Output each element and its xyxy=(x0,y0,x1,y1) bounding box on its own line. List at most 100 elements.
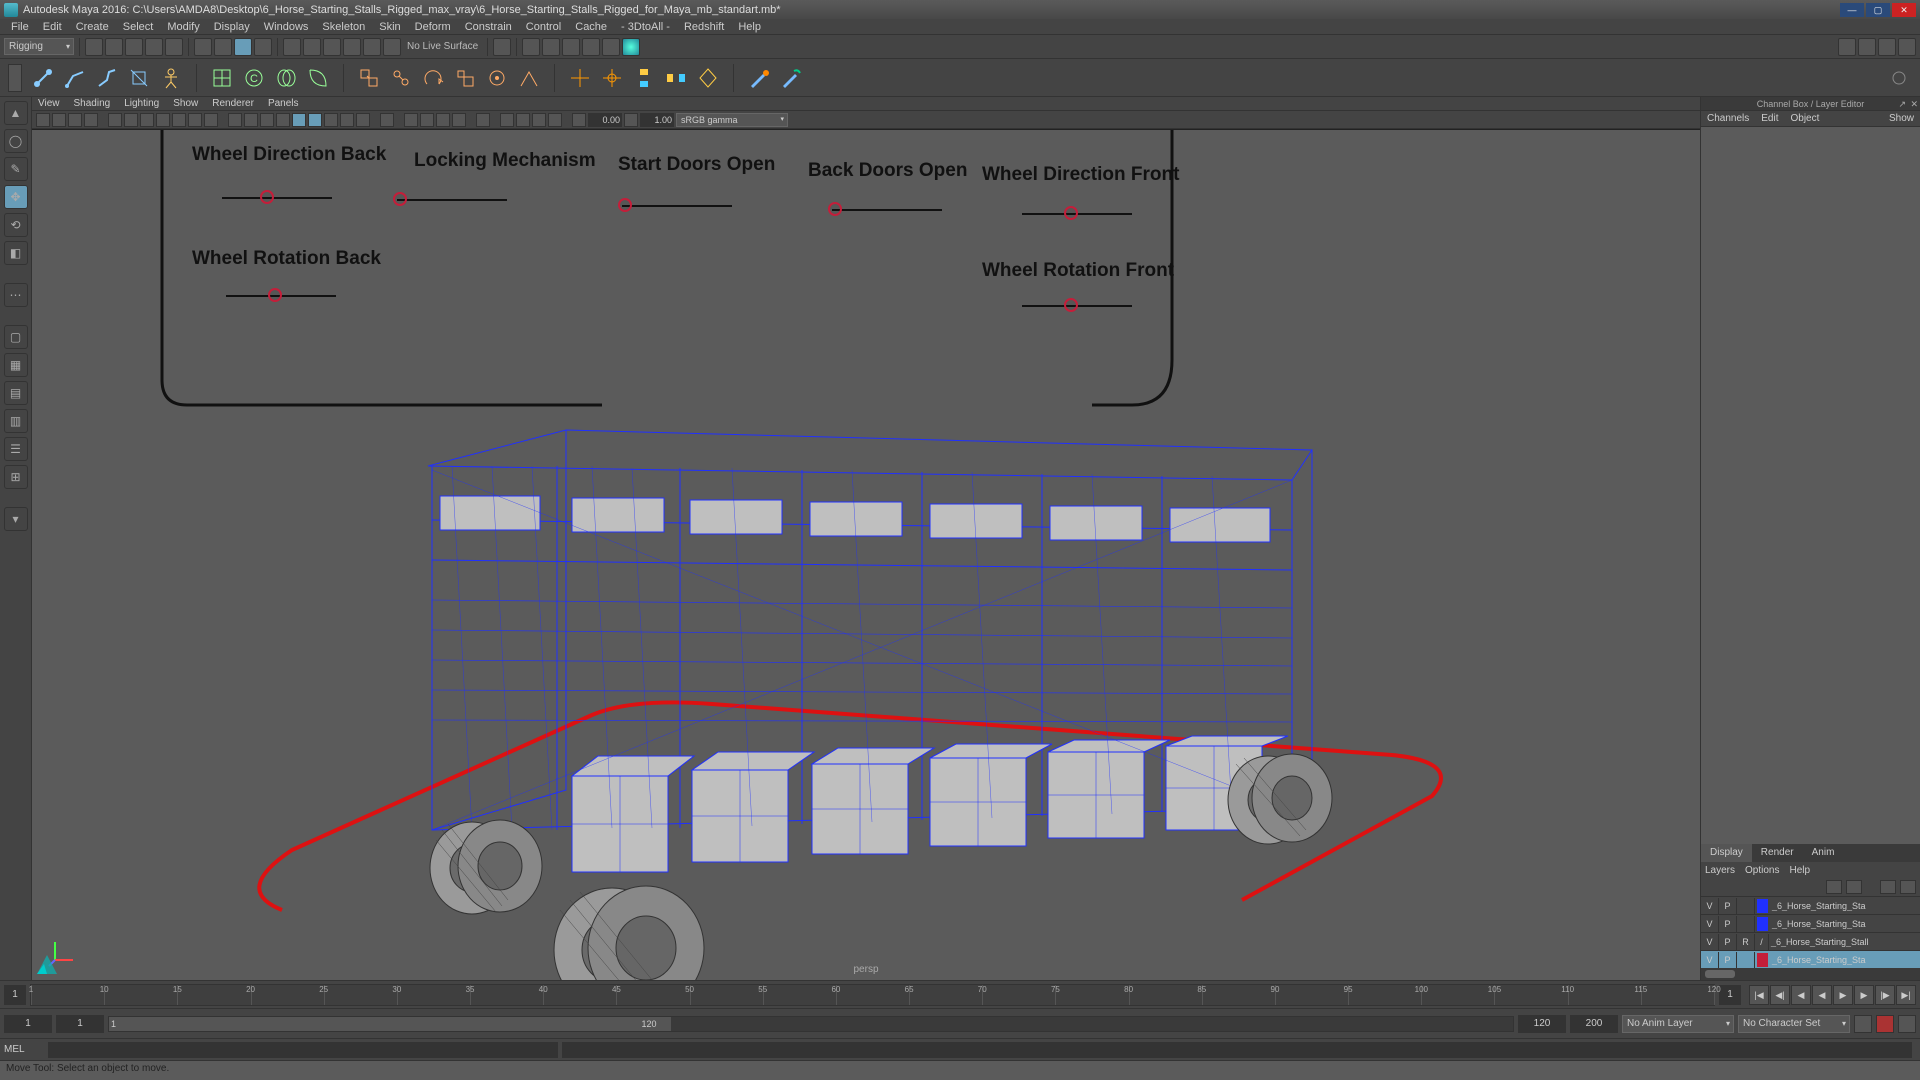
menu-edit[interactable]: Edit xyxy=(36,21,69,33)
vt-wire-on-shaded-icon[interactable] xyxy=(292,113,306,127)
window-close-button[interactable]: ✕ xyxy=(1892,3,1916,17)
paint-select-tool-icon[interactable]: ✎ xyxy=(4,157,28,181)
snap-grid-icon[interactable] xyxy=(283,38,301,56)
layers-scrollbar[interactable] xyxy=(1701,968,1920,980)
panel-layout-4-icon[interactable] xyxy=(1898,38,1916,56)
constrain-orient-icon[interactable] xyxy=(420,65,446,91)
mirror-weights-icon[interactable] xyxy=(695,65,721,91)
viewport[interactable]: Wheel Direction Back Locking Mechanism S… xyxy=(32,129,1700,980)
menu-skeleton[interactable]: Skeleton xyxy=(315,21,372,33)
vt-use-lights-icon[interactable] xyxy=(260,113,274,127)
shelf-options-icon[interactable] xyxy=(1886,65,1912,91)
vp-menu-lighting[interactable]: Lighting xyxy=(124,98,159,109)
vt-expose-reset-icon[interactable] xyxy=(548,113,562,127)
panel-undock-icon[interactable]: ↗ xyxy=(1898,97,1906,111)
vt-xray-joints-icon[interactable] xyxy=(356,113,370,127)
exposure-value[interactable]: 0.00 xyxy=(588,113,622,127)
layers-menu-options[interactable]: Options xyxy=(1745,865,1779,876)
go-to-end-button[interactable]: ▶| xyxy=(1896,985,1916,1005)
vt-hw-fog-icon[interactable] xyxy=(404,113,418,127)
layer-move-down-icon[interactable] xyxy=(1846,880,1862,894)
lasso-select-icon[interactable] xyxy=(214,38,232,56)
range-end-input[interactable]: 200 xyxy=(1570,1015,1618,1033)
vp-menu-view[interactable]: View xyxy=(38,98,60,109)
blend-shape-icon[interactable] xyxy=(273,65,299,91)
smooth-weights-icon[interactable] xyxy=(778,65,804,91)
tab-object[interactable]: Object xyxy=(1785,111,1826,126)
skin-bind-icon[interactable] xyxy=(126,65,152,91)
menuset-dropdown[interactable]: Rigging xyxy=(4,38,74,55)
ipr-render-icon[interactable] xyxy=(542,38,560,56)
layer-row[interactable]: VP_6_Horse_Starting_Sta xyxy=(1701,950,1920,968)
locator2-icon[interactable] xyxy=(599,65,625,91)
tab-render-layers[interactable]: Render xyxy=(1752,844,1803,862)
menu-control[interactable]: Control xyxy=(519,21,568,33)
vt-expose-out-icon[interactable] xyxy=(516,113,530,127)
script-language-label[interactable]: MEL xyxy=(4,1044,44,1055)
menu-constrain[interactable]: Constrain xyxy=(458,21,519,33)
joint-tool-icon[interactable] xyxy=(30,65,56,91)
layer-move-up-icon[interactable] xyxy=(1826,880,1842,894)
character-set-dropdown[interactable]: No Character Set xyxy=(1738,1015,1850,1033)
redo-icon[interactable] xyxy=(165,38,183,56)
vt-dof-icon[interactable] xyxy=(452,113,466,127)
vt-smooth-shade-icon[interactable] xyxy=(244,113,258,127)
go-to-start-button[interactable]: |◀ xyxy=(1749,985,1769,1005)
range-track[interactable]: 1 120 xyxy=(108,1016,1514,1032)
vt-motion-blur-icon[interactable] xyxy=(420,113,434,127)
menu-windows[interactable]: Windows xyxy=(257,21,316,33)
prefs-icon[interactable] xyxy=(1898,1015,1916,1033)
vt-expose-in-icon[interactable] xyxy=(500,113,514,127)
menu-deform[interactable]: Deform xyxy=(408,21,458,33)
select-mask-icon[interactable] xyxy=(254,38,272,56)
vt-multisample-icon[interactable] xyxy=(436,113,450,127)
constrain-point-icon[interactable] xyxy=(388,65,414,91)
panel-layout-3-icon[interactable] xyxy=(1878,38,1896,56)
layers-menu-help[interactable]: Help xyxy=(1789,865,1810,876)
mirror-joint-icon[interactable] xyxy=(631,65,657,91)
lattice-icon[interactable] xyxy=(209,65,235,91)
vt-safe-action-icon[interactable] xyxy=(188,113,202,127)
open-scene-icon[interactable] xyxy=(105,38,123,56)
layout-custom-icon[interactable]: ▾ xyxy=(4,507,28,531)
paint-weights-icon[interactable] xyxy=(746,65,772,91)
vt-xray-icon[interactable] xyxy=(340,113,354,127)
new-scene-icon[interactable] xyxy=(85,38,103,56)
vp-menu-panels[interactable]: Panels xyxy=(268,98,299,109)
menu-redshift[interactable]: Redshift xyxy=(677,21,731,33)
vt-wireframe-icon[interactable] xyxy=(228,113,242,127)
rotate-tool-icon[interactable]: ⟲ xyxy=(4,213,28,237)
tab-channels[interactable]: Channels xyxy=(1701,111,1755,126)
layout-outliner-icon[interactable]: ☰ xyxy=(4,437,28,461)
panel-layout-1-icon[interactable] xyxy=(1838,38,1856,56)
menu-file[interactable]: File xyxy=(4,21,36,33)
tab-edit[interactable]: Edit xyxy=(1755,111,1784,126)
ik-spline-icon[interactable] xyxy=(94,65,120,91)
snap-live-icon[interactable] xyxy=(363,38,381,56)
snap-plane-icon[interactable] xyxy=(343,38,361,56)
range-sub-end-input[interactable]: 120 xyxy=(1518,1015,1566,1033)
menu-3dtoall[interactable]: - 3DtoAll - xyxy=(614,21,677,33)
panel-layout-2-icon[interactable] xyxy=(1858,38,1876,56)
vt-ao-icon[interactable] xyxy=(476,113,490,127)
vt-image-plane-icon[interactable] xyxy=(84,113,98,127)
vt-res-gate-icon[interactable] xyxy=(140,113,154,127)
vp-menu-renderer[interactable]: Renderer xyxy=(212,98,254,109)
tab-display-layers[interactable]: Display xyxy=(1701,844,1752,862)
vt-film-gate-icon[interactable] xyxy=(124,113,138,127)
move-tool-icon[interactable]: ✥ xyxy=(4,185,28,209)
render-view-icon[interactable] xyxy=(582,38,600,56)
play-backward-button[interactable]: ◀ xyxy=(1812,985,1832,1005)
window-min-button[interactable]: — xyxy=(1840,3,1864,17)
shelf-tabs-toggle[interactable] xyxy=(8,64,22,92)
snap-point-icon[interactable] xyxy=(323,38,341,56)
layer-row[interactable]: VP_6_Horse_Starting_Sta xyxy=(1701,896,1920,914)
range-start-input[interactable]: 1 xyxy=(4,1015,52,1033)
tab-anim-layers[interactable]: Anim xyxy=(1803,844,1844,862)
vt-exposure-icon[interactable] xyxy=(572,113,586,127)
lasso-tool-icon[interactable]: ◯ xyxy=(4,129,28,153)
snap-curve-icon[interactable] xyxy=(303,38,321,56)
layout-two-side-icon[interactable]: ▥ xyxy=(4,409,28,433)
render-frame-icon[interactable] xyxy=(522,38,540,56)
vt-textured-icon[interactable] xyxy=(308,113,322,127)
